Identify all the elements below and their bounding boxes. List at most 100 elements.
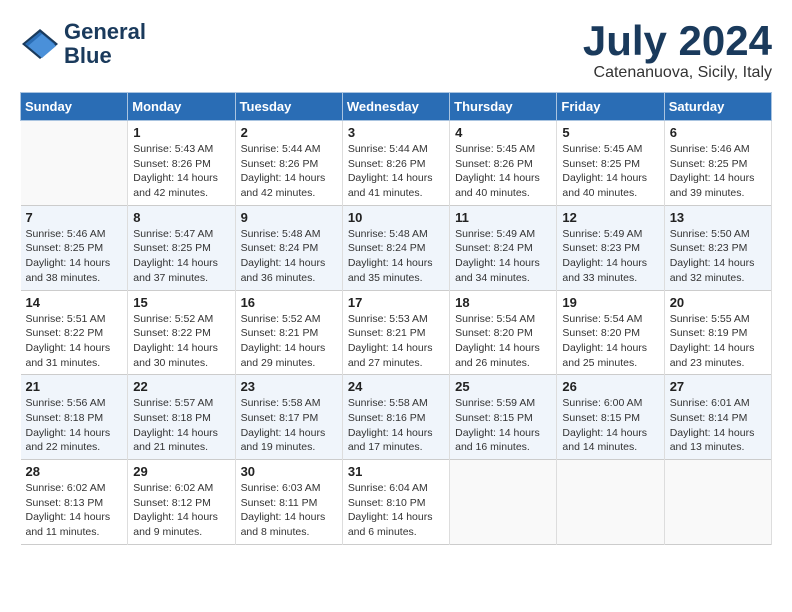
day-number: 7 [26,210,123,225]
day-number: 18 [455,295,551,310]
calendar-cell: 12 Sunrise: 5:49 AM Sunset: 8:23 PM Dayli… [557,205,664,290]
day-number: 28 [26,464,123,479]
day-number: 10 [348,210,444,225]
day-info: Sunrise: 6:02 AM Sunset: 8:12 PM Dayligh… [133,481,229,540]
day-info: Sunrise: 5:49 AM Sunset: 8:24 PM Dayligh… [455,227,551,286]
calendar-cell: 11 Sunrise: 5:49 AM Sunset: 8:24 PM Dayli… [450,205,557,290]
month-title: July 2024 [583,20,772,62]
day-info: Sunrise: 5:58 AM Sunset: 8:16 PM Dayligh… [348,396,444,455]
day-info: Sunrise: 6:01 AM Sunset: 8:14 PM Dayligh… [670,396,766,455]
day-number: 4 [455,125,551,140]
day-number: 16 [241,295,337,310]
day-number: 9 [241,210,337,225]
calendar-cell: 29 Sunrise: 6:02 AM Sunset: 8:12 PM Dayli… [128,460,235,545]
calendar-cell: 4Sunrise: 5:45 AM Sunset: 8:26 PM Daylig… [450,121,557,206]
day-info: Sunrise: 5:48 AM Sunset: 8:24 PM Dayligh… [241,227,337,286]
header-sunday: Sunday [21,93,128,121]
calendar-cell [21,121,128,206]
calendar-cell: 3 Sunrise: 5:44 AM Sunset: 8:26 PM Daylig… [342,121,449,206]
day-number: 14 [26,295,123,310]
calendar-cell: 30 Sunrise: 6:03 AM Sunset: 8:11 PM Dayli… [235,460,342,545]
day-info: Sunrise: 5:58 AM Sunset: 8:17 PM Dayligh… [241,396,337,455]
day-info: Sunrise: 5:46 AM Sunset: 8:25 PM Dayligh… [670,142,766,201]
calendar-week-row: 14 Sunrise: 5:51 AM Sunset: 8:22 PM Dayli… [21,290,772,375]
calendar-week-row: 1Sunrise: 5:43 AM Sunset: 8:26 PM Daylig… [21,121,772,206]
calendar-cell: 2Sunrise: 5:44 AM Sunset: 8:26 PM Daylig… [235,121,342,206]
header-wednesday: Wednesday [342,93,449,121]
calendar-cell: 22 Sunrise: 5:57 AM Sunset: 8:18 PM Dayli… [128,375,235,460]
day-number: 2 [241,125,337,140]
calendar-cell: 31 Sunrise: 6:04 AM Sunset: 8:10 PM Dayli… [342,460,449,545]
calendar-cell [450,460,557,545]
day-number: 31 [348,464,444,479]
day-number: 25 [455,379,551,394]
day-number: 24 [348,379,444,394]
day-info: Sunrise: 5:49 AM Sunset: 8:23 PM Dayligh… [562,227,658,286]
calendar-cell: 8 Sunrise: 5:47 AM Sunset: 8:25 PM Daylig… [128,205,235,290]
logo-line1: General [64,20,146,44]
day-number: 30 [241,464,337,479]
day-number: 12 [562,210,658,225]
day-number: 8 [133,210,229,225]
day-number: 27 [670,379,766,394]
day-number: 6 [670,125,766,140]
header-tuesday: Tuesday [235,93,342,121]
day-number: 11 [455,210,551,225]
day-info: Sunrise: 5:54 AM Sunset: 8:20 PM Dayligh… [455,312,551,371]
header-saturday: Saturday [664,93,771,121]
day-info: Sunrise: 6:03 AM Sunset: 8:11 PM Dayligh… [241,481,337,540]
calendar-cell: 14 Sunrise: 5:51 AM Sunset: 8:22 PM Dayli… [21,290,128,375]
day-number: 13 [670,210,766,225]
day-number: 26 [562,379,658,394]
calendar-header-row: SundayMondayTuesdayWednesdayThursdayFrid… [21,93,772,121]
calendar-cell: 9 Sunrise: 5:48 AM Sunset: 8:24 PM Daylig… [235,205,342,290]
calendar-week-row: 28 Sunrise: 6:02 AM Sunset: 8:13 PM Dayli… [21,460,772,545]
page-header: General Blue July 2024 Catenanuova, Sici… [20,20,772,82]
day-info: Sunrise: 5:44 AM Sunset: 8:26 PM Dayligh… [348,142,444,201]
calendar-cell: 24 Sunrise: 5:58 AM Sunset: 8:16 PM Dayli… [342,375,449,460]
day-number: 3 [348,125,444,140]
day-info: Sunrise: 5:46 AM Sunset: 8:25 PM Dayligh… [26,227,123,286]
day-info: Sunrise: 6:04 AM Sunset: 8:10 PM Dayligh… [348,481,444,540]
header-thursday: Thursday [450,93,557,121]
day-info: Sunrise: 5:50 AM Sunset: 8:23 PM Dayligh… [670,227,766,286]
calendar-cell: 26 Sunrise: 6:00 AM Sunset: 8:15 PM Dayli… [557,375,664,460]
location: Catenanuova, Sicily, Italy [583,64,772,82]
day-info: Sunrise: 5:56 AM Sunset: 8:18 PM Dayligh… [26,396,123,455]
day-info: Sunrise: 5:55 AM Sunset: 8:19 PM Dayligh… [670,312,766,371]
day-info: Sunrise: 5:59 AM Sunset: 8:15 PM Dayligh… [455,396,551,455]
day-info: Sunrise: 5:43 AM Sunset: 8:26 PM Dayligh… [133,142,229,201]
day-number: 15 [133,295,229,310]
day-info: Sunrise: 5:57 AM Sunset: 8:18 PM Dayligh… [133,396,229,455]
calendar-cell: 27 Sunrise: 6:01 AM Sunset: 8:14 PM Dayli… [664,375,771,460]
day-number: 22 [133,379,229,394]
calendar-cell [664,460,771,545]
day-info: Sunrise: 6:02 AM Sunset: 8:13 PM Dayligh… [26,481,123,540]
calendar-week-row: 21Sunrise: 5:56 AM Sunset: 8:18 PM Dayli… [21,375,772,460]
logo: General Blue [20,20,146,68]
day-number: 23 [241,379,337,394]
header-monday: Monday [128,93,235,121]
logo-icon [20,24,60,64]
day-info: Sunrise: 5:48 AM Sunset: 8:24 PM Dayligh… [348,227,444,286]
calendar-cell: 18 Sunrise: 5:54 AM Sunset: 8:20 PM Dayli… [450,290,557,375]
day-info: Sunrise: 5:53 AM Sunset: 8:21 PM Dayligh… [348,312,444,371]
day-info: Sunrise: 5:54 AM Sunset: 8:20 PM Dayligh… [562,312,658,371]
day-number: 5 [562,125,658,140]
calendar-cell: 23 Sunrise: 5:58 AM Sunset: 8:17 PM Dayli… [235,375,342,460]
calendar-cell: 28 Sunrise: 6:02 AM Sunset: 8:13 PM Dayli… [21,460,128,545]
day-info: Sunrise: 6:00 AM Sunset: 8:15 PM Dayligh… [562,396,658,455]
calendar-week-row: 7 Sunrise: 5:46 AM Sunset: 8:25 PM Daylig… [21,205,772,290]
header-friday: Friday [557,93,664,121]
calendar-cell: 20Sunrise: 5:55 AM Sunset: 8:19 PM Dayli… [664,290,771,375]
day-number: 29 [133,464,229,479]
day-info: Sunrise: 5:52 AM Sunset: 8:22 PM Dayligh… [133,312,229,371]
day-info: Sunrise: 5:47 AM Sunset: 8:25 PM Dayligh… [133,227,229,286]
day-number: 19 [562,295,658,310]
calendar-cell [557,460,664,545]
calendar-cell: 19 Sunrise: 5:54 AM Sunset: 8:20 PM Dayli… [557,290,664,375]
calendar-cell: 10 Sunrise: 5:48 AM Sunset: 8:24 PM Dayli… [342,205,449,290]
calendar-cell: 1Sunrise: 5:43 AM Sunset: 8:26 PM Daylig… [128,121,235,206]
day-info: Sunrise: 5:52 AM Sunset: 8:21 PM Dayligh… [241,312,337,371]
day-info: Sunrise: 5:51 AM Sunset: 8:22 PM Dayligh… [26,312,123,371]
